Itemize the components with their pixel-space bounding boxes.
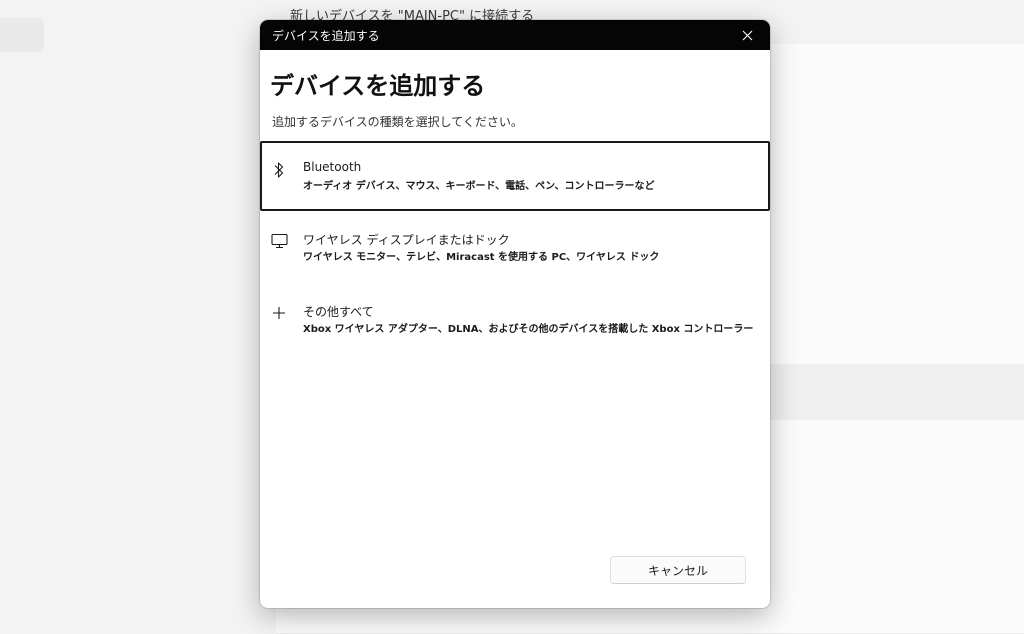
- bluetooth-icon: [270, 161, 288, 179]
- plus-icon: [270, 304, 288, 322]
- option-bluetooth-description: オーディオ デバイス、マウス、キーボード、電話、ペン、コントローラーなど: [303, 181, 655, 192]
- option-everything-else[interactable]: その他すべて Xbox ワイヤレス アダプター、DLNA、およびその他のデバイス…: [260, 284, 770, 354]
- option-everything-else-title: その他すべて: [303, 305, 374, 319]
- option-bluetooth-title: Bluetooth: [303, 160, 362, 174]
- cancel-button[interactable]: キャンセル: [610, 556, 746, 584]
- option-bluetooth[interactable]: Bluetooth オーディオ デバイス、マウス、キーボード、電話、ペン、コント…: [260, 141, 770, 211]
- option-wireless-display-title: ワイヤレス ディスプレイまたはドック: [303, 233, 510, 247]
- dialog-heading: デバイスを追加する: [270, 72, 486, 100]
- option-wireless-display-description: ワイヤレス モニター、テレビ、Miracast を使用する PC、ワイヤレス ド…: [303, 252, 660, 263]
- option-wireless-display[interactable]: ワイヤレス ディスプレイまたはドック ワイヤレス モニター、テレビ、Miraca…: [260, 212, 770, 282]
- add-device-dialog: デバイスを追加する デバイスを追加する 追加するデバイスの種類を選択してください…: [260, 20, 770, 608]
- close-button[interactable]: [724, 20, 770, 50]
- background-sidebar-item: [0, 18, 44, 52]
- monitor-icon: [270, 232, 288, 250]
- dialog-window-title: デバイスを追加する: [272, 29, 380, 43]
- close-icon: [742, 30, 752, 40]
- dialog-subtitle: 追加するデバイスの種類を選択してください。: [272, 115, 523, 129]
- option-everything-else-description: Xbox ワイヤレス アダプター、DLNA、およびその他のデバイスを搭載した X…: [303, 324, 754, 335]
- dialog-titlebar: デバイスを追加する: [260, 20, 770, 50]
